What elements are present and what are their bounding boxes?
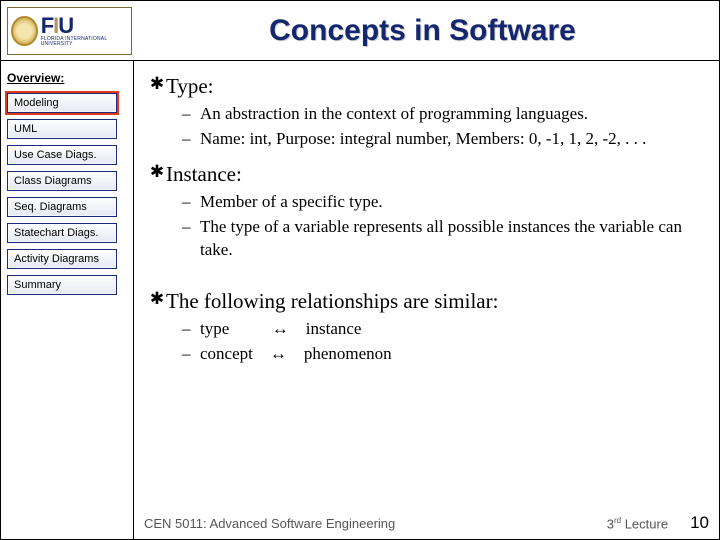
sidebar-item-uml[interactable]: UML — [7, 119, 117, 139]
sidebar: Overview: Modeling UML Use Case Diags. C… — [1, 61, 134, 539]
sublist-type: – An abstraction in the context of progr… — [182, 103, 709, 151]
list-item: – Member of a specific type. — [182, 191, 709, 214]
sidebar-heading: Overview: — [7, 71, 127, 85]
sidebar-item-statechart[interactable]: Statechart Diags. — [7, 223, 117, 243]
bidir-arrow-icon: ↔ — [272, 319, 289, 338]
content-area: ✱ Type: – An abstraction in the context … — [134, 61, 719, 539]
sidebar-item-summary[interactable]: Summary — [7, 275, 117, 295]
list-item: – Name: int, Purpose: integral number, M… — [182, 128, 709, 151]
logo-subtitle: FLORIDA INTERNATIONAL UNIVERSITY — [41, 37, 128, 47]
page-title: Concepts in Software — [132, 14, 713, 48]
bullet-icon: ✱ — [148, 73, 166, 95]
list-item: – An abstraction in the context of progr… — [182, 103, 709, 126]
sublist-instance: – Member of a specific type. – The type … — [182, 191, 709, 262]
university-logo: FIU FLORIDA INTERNATIONAL UNIVERSITY — [7, 7, 132, 55]
slide: FIU FLORIDA INTERNATIONAL UNIVERSITY Con… — [0, 0, 720, 540]
footer-course: CEN 5011: Advanced Software Engineering — [144, 516, 395, 531]
title-bar: FIU FLORIDA INTERNATIONAL UNIVERSITY Con… — [1, 1, 719, 61]
bullet-icon: ✱ — [148, 161, 166, 183]
bullet-instance: ✱ Instance: — [148, 161, 709, 187]
slide-body: Overview: Modeling UML Use Case Diags. C… — [1, 61, 719, 539]
footer: CEN 5011: Advanced Software Engineering … — [144, 513, 709, 533]
sidebar-item-seq[interactable]: Seq. Diagrams — [7, 197, 117, 217]
list-item: – type ↔ instance — [182, 318, 709, 341]
list-item: – concept ↔ phenomenon — [182, 343, 709, 366]
sublist-relationships: – type ↔ instance – concept ↔ phenomenon — [182, 318, 709, 366]
list-item: – The type of a variable represents all … — [182, 216, 709, 262]
bullet-icon: ✱ — [148, 288, 166, 310]
bullet-type: ✱ Type: — [148, 73, 709, 99]
logo-initials: FIU — [41, 15, 128, 37]
bidir-arrow-icon: ↔ — [270, 344, 287, 363]
sidebar-item-usecase[interactable]: Use Case Diags. — [7, 145, 117, 165]
sidebar-item-activity[interactable]: Activity Diagrams — [7, 249, 117, 269]
bullet-relationships: ✱ The following relationships are simila… — [148, 288, 709, 314]
seal-icon — [11, 16, 38, 46]
footer-pageno: 10 — [690, 513, 709, 533]
footer-lecture: 3rd Lecture — [607, 516, 668, 531]
sidebar-item-modeling[interactable]: Modeling — [7, 93, 117, 113]
sidebar-item-class[interactable]: Class Diagrams — [7, 171, 117, 191]
